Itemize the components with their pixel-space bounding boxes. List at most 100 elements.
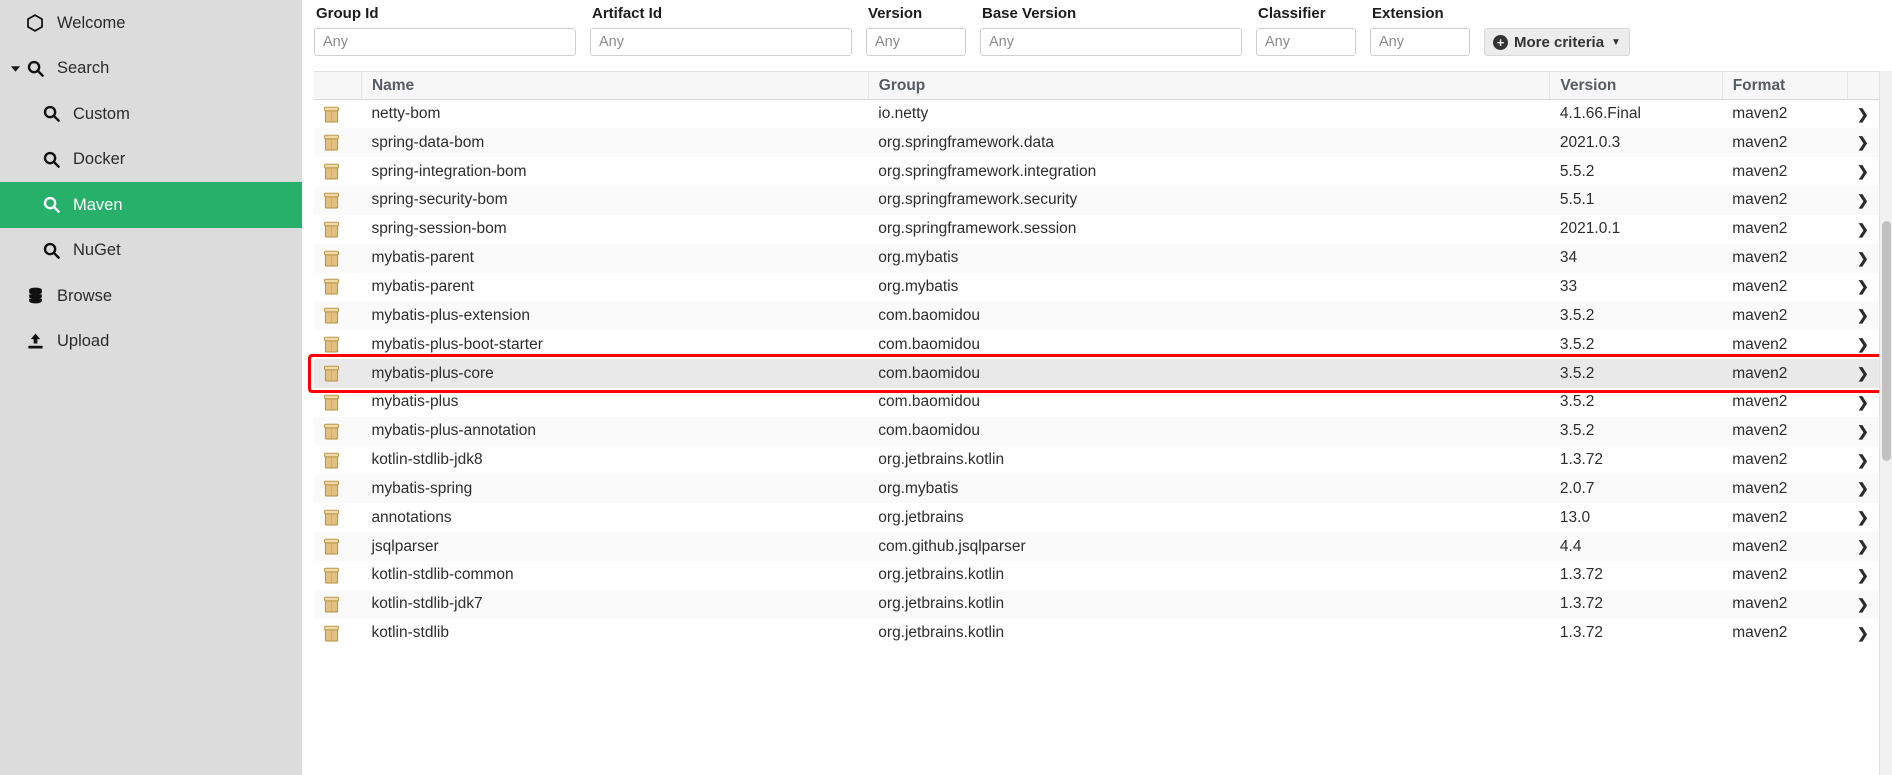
- table-row[interactable]: mybatis-plus-core com.baomidou 3.5.2 maven2…: [314, 359, 1892, 388]
- vertical-scrollbar[interactable]: [1879, 71, 1892, 775]
- cell-name: kotlin-stdlib-common: [361, 561, 869, 590]
- cell-format: maven2: [1722, 387, 1848, 417]
- cell-group: com.baomidou: [868, 416, 1550, 446]
- sidebar-item-custom[interactable]: Custom: [0, 91, 302, 137]
- sidebar-item-browse[interactable]: Browse: [0, 273, 302, 319]
- database-icon: [24, 285, 46, 307]
- sidebar-item-maven[interactable]: Maven: [0, 182, 302, 228]
- cell-group: io.netty: [868, 99, 1550, 129]
- cell-group: org.springframework.integration: [868, 157, 1550, 187]
- table-row[interactable]: spring-security-bom org.springframework.s…: [314, 186, 1892, 215]
- criteria-label-group-id: Group Id: [316, 5, 379, 22]
- cell-version: 3.5.2: [1549, 416, 1723, 446]
- table-row[interactable]: mybatis-spring org.mybatis 2.0.7 maven2 ❯: [314, 474, 1892, 504]
- package-icon: [314, 474, 362, 504]
- column-header-format[interactable]: Format: [1722, 71, 1848, 100]
- more-criteria-button[interactable]: + More criteria ▼: [1484, 28, 1630, 56]
- criteria-label-base-version: Base Version: [982, 5, 1077, 22]
- cell-name: mybatis-plus-extension: [361, 301, 869, 331]
- results-table-head: Name Group Version Format: [314, 71, 1892, 100]
- cell-version: 1.3.72: [1549, 618, 1723, 648]
- cell-group: org.mybatis: [868, 272, 1550, 302]
- table-row[interactable]: kotlin-stdlib-common org.jetbrains.kotlin…: [314, 561, 1892, 590]
- criteria-input-group-id[interactable]: [314, 28, 576, 56]
- column-header-name[interactable]: Name: [361, 71, 869, 100]
- sidebar-item-label: Browse: [57, 286, 113, 305]
- cell-format: maven2: [1722, 503, 1848, 533]
- search-icon: [40, 148, 62, 170]
- cell-version: 5.5.2: [1549, 157, 1723, 187]
- cell-name: jsqlparser: [361, 532, 869, 561]
- criteria-input-version[interactable]: [866, 28, 966, 56]
- criteria-input-artifact-id[interactable]: [590, 28, 852, 56]
- sidebar-item-welcome[interactable]: Welcome: [0, 0, 302, 46]
- cell-format: maven2: [1722, 589, 1848, 619]
- table-row[interactable]: mybatis-parent org.mybatis 33 maven2 ❯: [314, 272, 1892, 302]
- package-icon: [314, 532, 362, 561]
- cell-group: org.springframework.data: [868, 128, 1550, 158]
- package-icon: [314, 387, 362, 417]
- package-icon: [314, 214, 362, 244]
- criteria-label-artifact-id: Artifact Id: [592, 5, 663, 22]
- cell-group: org.springframework.session: [868, 214, 1550, 244]
- cell-format: maven2: [1722, 214, 1848, 244]
- table-row[interactable]: mybatis-parent org.mybatis 34 maven2 ❯: [314, 243, 1892, 273]
- table-row[interactable]: spring-session-bom org.springframework.se…: [314, 214, 1892, 244]
- sidebar-item-nuget[interactable]: NuGet: [0, 228, 302, 274]
- criteria-label-version: Version: [868, 5, 923, 22]
- cell-format: maven2: [1722, 186, 1848, 215]
- cell-name: mybatis-plus-annotation: [361, 416, 869, 446]
- table-row[interactable]: kotlin-stdlib org.jetbrains.kotlin 1.3.72 m…: [314, 618, 1892, 648]
- search-icon: [24, 57, 46, 79]
- cell-format: maven2: [1722, 243, 1848, 273]
- cell-name: kotlin-stdlib: [361, 618, 869, 648]
- cell-format: maven2: [1722, 445, 1848, 475]
- table-row[interactable]: kotlin-stdlib-jdk8 org.jetbrains.kotlin 1.…: [314, 445, 1892, 475]
- package-icon: [314, 618, 362, 648]
- sidebar-item-search[interactable]: Search: [0, 46, 302, 92]
- cell-version: 5.5.1: [1549, 186, 1723, 215]
- cell-format: maven2: [1722, 301, 1848, 331]
- cell-group: com.github.jsqlparser: [868, 532, 1550, 561]
- column-header-icon[interactable]: [314, 71, 362, 100]
- sidebar-item-label: Maven: [73, 195, 123, 214]
- table-row[interactable]: spring-data-bom org.springframework.data 2…: [314, 128, 1892, 158]
- chevron-down-icon[interactable]: [8, 61, 22, 75]
- table-row[interactable]: mybatis-plus-annotation com.baomidou 3.5.2…: [314, 416, 1892, 446]
- criteria-field-version: Version: [866, 0, 966, 56]
- sidebar-item-label: Search: [57, 59, 110, 77]
- sidebar-item-upload[interactable]: Upload: [0, 319, 302, 365]
- criteria-input-classifier[interactable]: [1256, 28, 1356, 56]
- column-header-group[interactable]: Group: [868, 71, 1551, 100]
- cell-group: org.jetbrains.kotlin: [868, 445, 1550, 475]
- table-row[interactable]: spring-integration-bom org.springframewor…: [314, 157, 1892, 187]
- results-table-container[interactable]: Name Group Version Format netty-bom io.ne…: [314, 71, 1892, 775]
- criteria-input-base-version[interactable]: [980, 28, 1242, 56]
- package-icon: [314, 243, 362, 273]
- criteria-input-extension[interactable]: [1370, 28, 1470, 56]
- search-criteria-bar: Group Id Artifact Id Version Base Version Cl…: [302, 0, 1892, 71]
- cell-format: maven2: [1722, 128, 1848, 158]
- table-row[interactable]: kotlin-stdlib-jdk7 org.jetbrains.kotlin 1.…: [314, 589, 1892, 619]
- vertical-scrollbar-thumb[interactable]: [1882, 221, 1891, 461]
- sidebar-item-docker[interactable]: Docker: [0, 137, 302, 183]
- sidebar-item-label: Upload: [57, 332, 110, 350]
- table-row[interactable]: annotations org.jetbrains 13.0 maven2 ❯: [314, 503, 1892, 533]
- table-row[interactable]: mybatis-plus-boot-starter com.baomidou 3.5…: [314, 330, 1892, 360]
- cell-name: spring-data-bom: [361, 128, 869, 158]
- package-icon: [314, 445, 362, 475]
- cell-format: maven2: [1722, 416, 1848, 446]
- cell-group: com.baomidou: [868, 330, 1550, 360]
- package-icon: [314, 416, 362, 446]
- table-row[interactable]: jsqlparser com.github.jsqlparser 4.4 maven2…: [314, 532, 1892, 561]
- cell-name: kotlin-stdlib-jdk8: [361, 445, 869, 475]
- package-icon: [314, 503, 362, 533]
- column-header-version[interactable]: Version: [1549, 71, 1723, 100]
- table-row[interactable]: netty-bom io.netty 4.1.66.Final maven2 ❯: [314, 99, 1892, 129]
- table-row[interactable]: mybatis-plus com.baomidou 3.5.2 maven2 ❯: [314, 387, 1892, 417]
- cell-format: maven2: [1722, 157, 1848, 187]
- sidebar-item-label: Docker: [73, 150, 126, 168]
- table-row[interactable]: mybatis-plus-extension com.baomidou 3.5.2 m…: [314, 301, 1892, 331]
- criteria-field-base-version: Base Version: [980, 0, 1242, 56]
- package-icon: [314, 99, 362, 129]
